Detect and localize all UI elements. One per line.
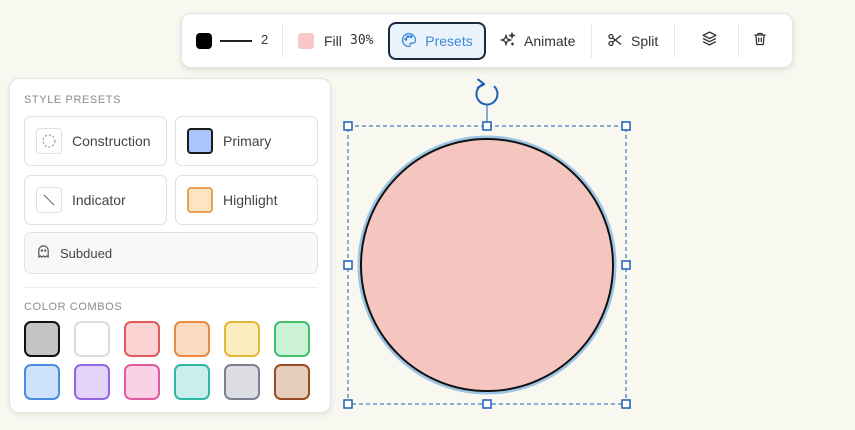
resize-handle-top-right[interactable] <box>621 121 631 131</box>
rotate-icon[interactable] <box>475 78 499 106</box>
resize-handle-left[interactable] <box>343 260 353 270</box>
resize-handle-top[interactable] <box>482 121 492 131</box>
canvas <box>343 78 631 409</box>
resize-handle-bottom[interactable] <box>482 399 492 409</box>
circle-shape[interactable] <box>362 140 612 390</box>
resize-handle-bottom-left[interactable] <box>343 399 353 409</box>
resize-handle-bottom-right[interactable] <box>621 399 631 409</box>
resize-handle-right[interactable] <box>621 260 631 270</box>
resize-handle-top-left[interactable] <box>343 121 353 131</box>
